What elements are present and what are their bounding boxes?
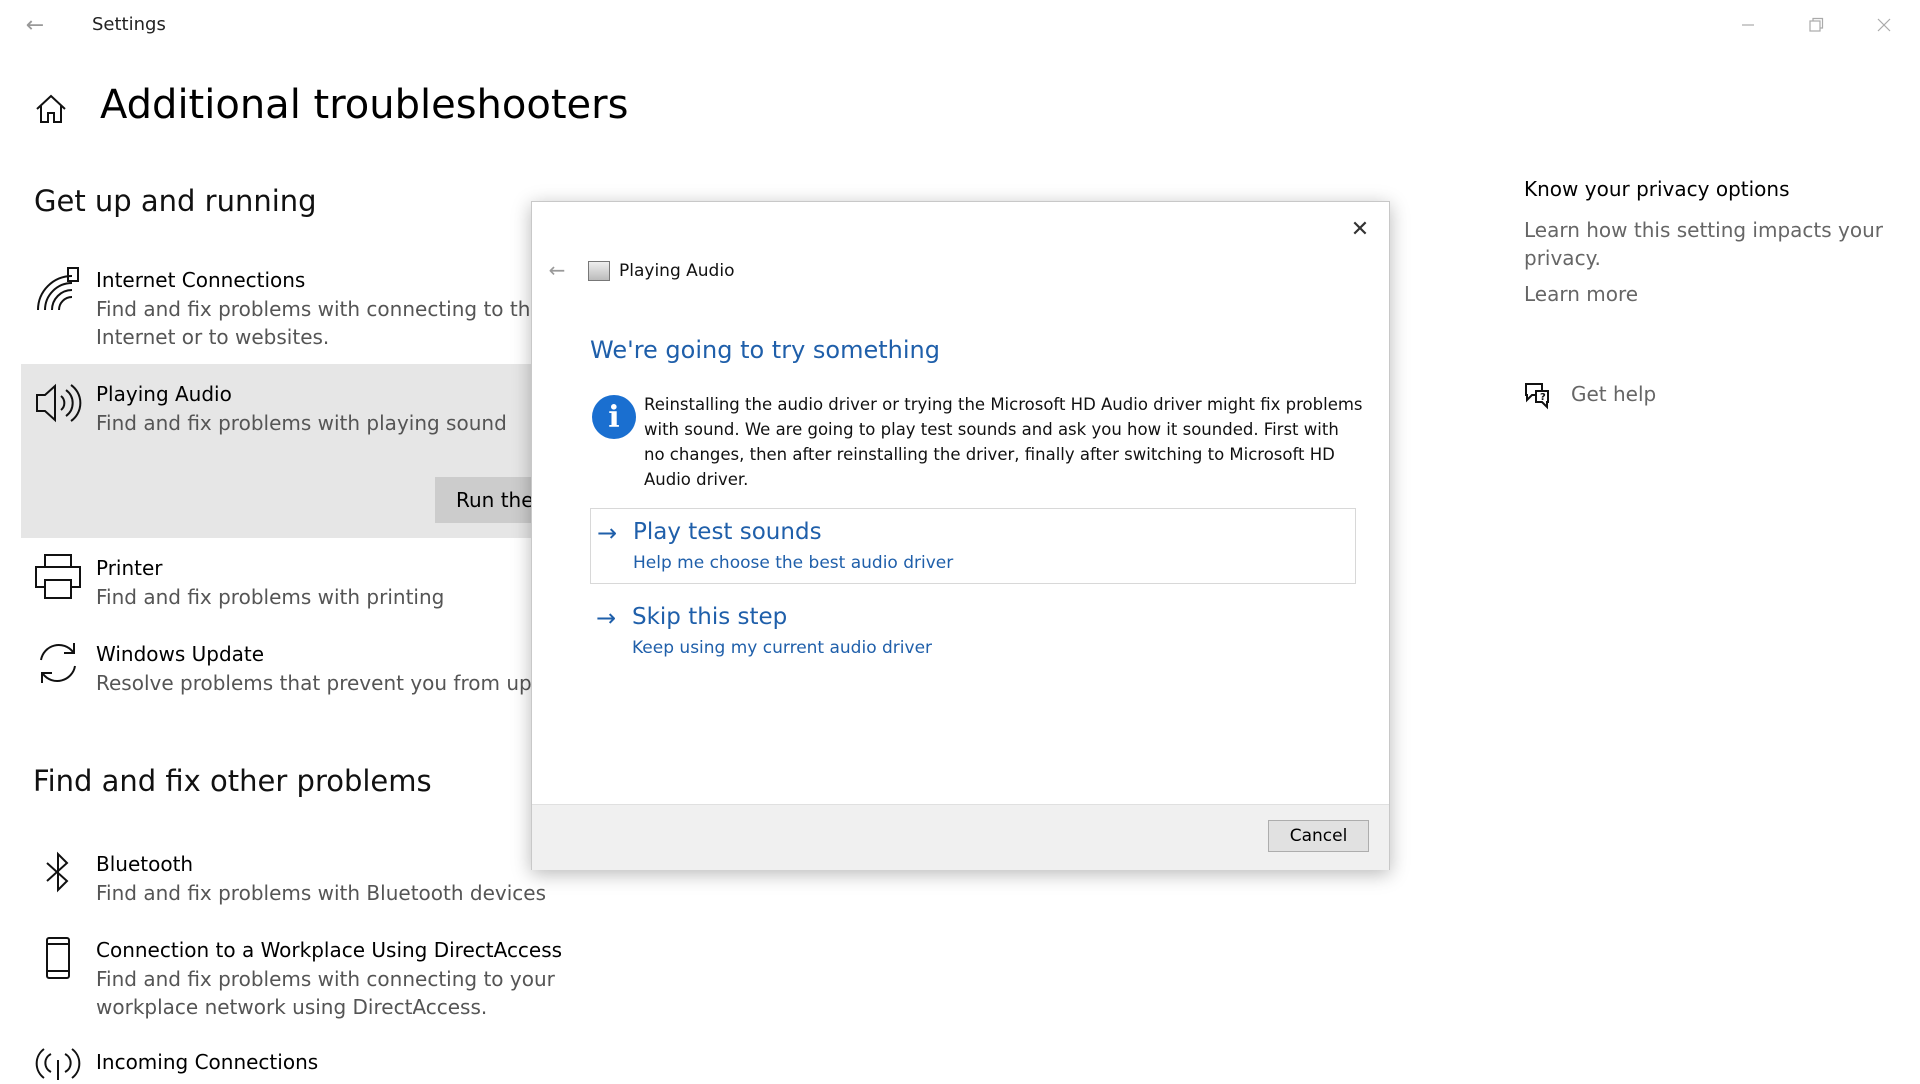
list-item-bluetooth[interactable]: Bluetooth Find and fix problems with Blu… (21, 848, 546, 914)
cancel-button[interactable]: Cancel (1268, 820, 1369, 852)
item-desc: Find and fix problems with Bluetooth dev… (96, 881, 546, 905)
page-title: Additional troubleshooters (100, 82, 629, 128)
choice-subtitle: Keep using my current audio driver (632, 638, 933, 658)
item-title: Bluetooth (96, 852, 194, 876)
window-title: Settings (92, 14, 166, 35)
list-item-printer[interactable]: Printer Find and fix problems with print… (21, 552, 531, 618)
dialog-app-title: Playing Audio (619, 261, 735, 281)
list-item-playing-audio[interactable]: Playing Audio Find and fix problems with… (21, 378, 531, 448)
dialog-footer: Cancel (532, 804, 1389, 870)
wifi-icon (33, 266, 83, 316)
list-item-directaccess[interactable]: Connection to a Workplace Using DirectAc… (21, 934, 562, 1024)
choice-title: Skip this step (632, 604, 788, 630)
list-item-incoming-connections[interactable]: Incoming Connections (21, 1046, 531, 1080)
svg-text:?: ? (1540, 392, 1546, 403)
dialog-back-icon[interactable]: ← (542, 255, 572, 285)
minimize-icon[interactable] (1728, 10, 1768, 40)
list-item-internet-connections[interactable]: Internet Connections Find and fix proble… (21, 264, 543, 354)
skip-this-step-option[interactable]: → Skip this step Keep using my current a… (590, 594, 1356, 670)
dialog-info-text: Reinstalling the audio driver or trying … (644, 395, 1363, 489)
antenna-icon (33, 1046, 83, 1080)
close-icon[interactable] (1864, 10, 1904, 40)
item-title: Printer (96, 556, 163, 580)
get-help-link[interactable]: Get help (1571, 382, 1656, 406)
title-bar: ← Settings (0, 0, 1920, 50)
refresh-icon (33, 638, 83, 688)
section-title-other-problems: Find and fix other problems (33, 764, 432, 798)
item-desc: Find and fix problems with connecting to… (96, 967, 555, 1019)
info-icon: i (592, 395, 636, 439)
item-desc: Find and fix problems with printing (96, 585, 445, 609)
troubleshooter-dialog: ✕ ← Playing Audio We're going to try som… (531, 201, 1390, 870)
restore-icon[interactable] (1796, 10, 1836, 40)
item-title: Windows Update (96, 642, 265, 666)
bluetooth-icon (33, 848, 83, 898)
arrow-right-icon: → (596, 604, 617, 632)
item-title: Incoming Connections (96, 1050, 319, 1074)
arrow-right-icon: → (597, 519, 618, 547)
troubleshooter-app-icon (588, 261, 610, 281)
choice-title: Play test sounds (633, 519, 822, 545)
dialog-heading: We're going to try something (590, 336, 940, 364)
item-title: Internet Connections (96, 268, 306, 292)
dialog-close-icon[interactable]: ✕ (1345, 214, 1375, 244)
back-arrow-icon[interactable]: ← (20, 10, 50, 40)
item-desc: Find and fix problems with connecting to… (96, 297, 543, 349)
run-troubleshooter-button[interactable]: Run the troubleshooter (435, 477, 535, 523)
choice-subtitle: Help me choose the best audio driver (633, 553, 954, 573)
section-title-get-up-running: Get up and running (34, 184, 317, 218)
privacy-desc: Learn how this setting impacts your priv… (1524, 218, 1884, 270)
item-title: Playing Audio (96, 382, 232, 406)
item-title: Connection to a Workplace Using DirectAc… (96, 938, 563, 962)
list-item-windows-update[interactable]: Windows Update Resolve problems that pre… (21, 638, 697, 704)
phone-icon (33, 934, 83, 984)
speaker-icon (33, 378, 83, 428)
play-test-sounds-option[interactable]: → Play test sounds Help me choose the be… (590, 508, 1356, 584)
privacy-title: Know your privacy options (1524, 177, 1790, 201)
learn-more-link[interactable]: Learn more (1524, 282, 1638, 306)
item-desc: Find and fix problems with playing sound (96, 411, 507, 435)
home-icon[interactable] (34, 92, 68, 126)
help-chat-icon[interactable]: ? (1522, 380, 1552, 410)
printer-icon (33, 552, 83, 602)
item-desc: Resolve problems that prevent you from u… (96, 671, 698, 695)
